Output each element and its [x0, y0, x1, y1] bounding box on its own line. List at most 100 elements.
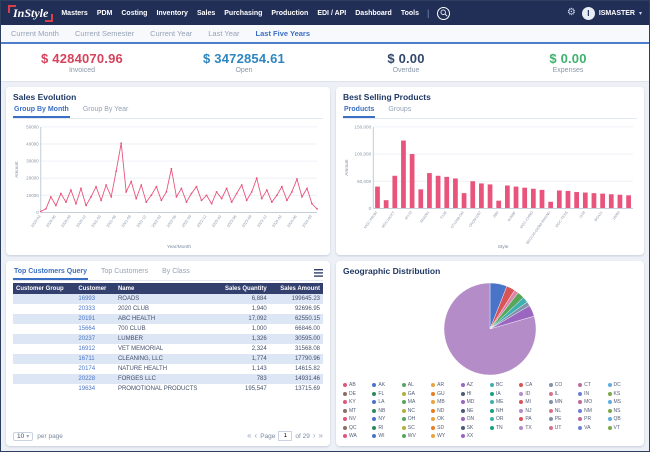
- cell-qty: 1,774: [251, 356, 267, 362]
- search-button[interactable]: [437, 6, 451, 20]
- first-page-button[interactable]: «: [247, 432, 251, 440]
- page-label: Page: [260, 432, 276, 440]
- svg-text:29M: 29M: [492, 211, 499, 219]
- menu-item-masters[interactable]: Masters: [61, 10, 87, 17]
- customers-tab-top-customers[interactable]: Top Customers: [100, 266, 149, 280]
- legend-label: AZ: [466, 382, 473, 388]
- table-row[interactable]: 16711 CLEANING, LLC 1,774 17790.96: [13, 354, 323, 364]
- page-number-input[interactable]: [278, 431, 293, 441]
- period-tab-last-year[interactable]: Last Year: [208, 29, 239, 38]
- table-row[interactable]: 20228 FORGES LLC 783 14931.46: [13, 374, 323, 384]
- table-row[interactable]: 15664 700 CLUB 1,000 66846.00: [13, 324, 323, 334]
- menu-item-inventory[interactable]: Inventory: [156, 10, 188, 17]
- products-tab-groups[interactable]: Groups: [387, 104, 412, 118]
- settings-gear-icon[interactable]: ⚙: [567, 8, 576, 18]
- menu-item-edi-api[interactable]: EDI / API: [317, 10, 346, 17]
- customers-tab-by-class[interactable]: By Class: [161, 266, 191, 280]
- prev-page-button[interactable]: ‹: [255, 432, 258, 440]
- table-row[interactable]: 20333 2020 CLUB 1,940 92696.95: [13, 304, 323, 314]
- legend-label: MN: [554, 399, 563, 405]
- menu-item-dashboard[interactable]: Dashboard: [355, 10, 392, 17]
- geographic-pie-chart: [343, 278, 637, 380]
- legend-item-id: ID: [519, 391, 548, 397]
- legend-dot: [401, 434, 406, 438]
- period-tab-last-five-years[interactable]: Last Five Years: [256, 29, 310, 38]
- column-header-customer[interactable]: Customer: [75, 283, 115, 294]
- legend-dot: [519, 383, 524, 387]
- customers-tab-top-customers-query[interactable]: Top Customers Query: [13, 266, 88, 280]
- column-header-sales-amount[interactable]: Sales Amount: [269, 283, 323, 294]
- best-selling-tabs: Products Groups: [343, 104, 637, 119]
- page-size-select[interactable]: 10 ▾: [13, 431, 34, 441]
- user-menu[interactable]: I ISMASTER ▾: [581, 6, 642, 20]
- kpi-value-expenses: $ 0.00: [549, 51, 587, 66]
- table-row[interactable]: 19634 PROMOTIONAL PRODUCTS 195,547 13715.69: [13, 384, 323, 394]
- sales-tab-group-by-year[interactable]: Group By Year: [82, 104, 130, 118]
- svg-text:MGC-TESS: MGC-TESS: [555, 210, 570, 228]
- menu-item-purchasing[interactable]: Purchasing: [224, 10, 262, 17]
- legend-item-gu: GU: [431, 391, 460, 397]
- menu-item-sales[interactable]: Sales: [197, 10, 215, 17]
- legend-label: HI: [466, 390, 472, 397]
- legend-label: SK: [466, 424, 474, 431]
- period-tab-current-month[interactable]: Current Month: [11, 29, 59, 38]
- menu-item-production[interactable]: Production: [271, 10, 308, 17]
- legend-label: OK: [437, 416, 445, 422]
- legend-dot: [607, 425, 612, 430]
- legend-item-pr: PR: [578, 416, 607, 422]
- period-tab-current-year[interactable]: Current Year: [150, 29, 192, 38]
- menu-item-pdm[interactable]: PDM: [97, 10, 113, 17]
- menu-item-costing[interactable]: Costing: [121, 10, 147, 17]
- top-customers-table: Customer Group Customer Name Sales Quantity…: [13, 283, 323, 394]
- legend-item-me: ME: [489, 399, 519, 405]
- period-tab-current-semester[interactable]: Current Semester: [75, 29, 134, 38]
- table-row[interactable]: 16912 VET MEMORIAL 2,324 31568.08: [13, 344, 323, 354]
- table-row[interactable]: 20191 ABC HEALTH 17,092 62550.15: [13, 314, 323, 324]
- cell-amount: 66846.00: [294, 326, 320, 332]
- cell-group: [13, 314, 75, 324]
- user-name: ISMASTER: [598, 9, 635, 17]
- table-menu-icon[interactable]: [314, 269, 323, 277]
- cell-qty: 1,326: [251, 336, 267, 342]
- legend-label: DE: [349, 390, 356, 397]
- legend-dot: [401, 417, 406, 421]
- top-customers-panel: Top Customers Query Top Customers By Class…: [6, 261, 330, 446]
- column-header-customer-group[interactable]: Customer Group: [13, 283, 76, 294]
- legend-label: NL: [554, 407, 562, 414]
- legend-label: WI: [378, 433, 385, 439]
- legend-label: IA: [495, 390, 501, 397]
- menu-item-tools[interactable]: Tools: [401, 10, 419, 17]
- legend-label: MB: [437, 399, 445, 405]
- legend-item-co: CO: [548, 382, 578, 388]
- legend-item-nb: NB: [372, 408, 401, 414]
- legend-dot: [578, 400, 583, 404]
- legend-label: BC: [495, 382, 503, 388]
- legend-dot: [372, 417, 377, 421]
- next-page-button[interactable]: ›: [313, 432, 316, 440]
- svg-text:2020-12: 2020-12: [76, 215, 87, 229]
- table-footer: 10 ▾ per page « ‹ Page of 29 › »: [13, 428, 323, 441]
- legend-dot: [431, 400, 436, 404]
- svg-text:10000: 10000: [26, 193, 39, 198]
- table-row[interactable]: 20237 LUMBER 1,326 30595.00: [13, 334, 323, 344]
- products-tab-products[interactable]: Products: [343, 104, 376, 118]
- cell-group: [13, 294, 75, 304]
- legend-item-pe: PE: [548, 416, 578, 422]
- legend-item-nc: NC: [401, 407, 431, 414]
- legend-label: NC: [407, 407, 416, 414]
- table-row[interactable]: 20174 NATURE HEALTH 1,143 14615.82: [13, 364, 323, 374]
- legend-item-tx: TX: [519, 425, 548, 431]
- user-avatar: I: [581, 6, 595, 20]
- column-header-name[interactable]: Name: [114, 283, 215, 294]
- legend-item-ma: MA: [401, 399, 431, 405]
- app-logo[interactable]: InStyle: [8, 4, 54, 22]
- legend-dot: [460, 408, 465, 413]
- last-page-button[interactable]: »: [319, 432, 323, 440]
- cell-name: 700 CLUB: [117, 326, 146, 332]
- cell-qty: 783: [256, 376, 267, 382]
- table-row[interactable]: 16993 ROADS 6,884 199645.23: [13, 294, 323, 304]
- column-header-sales-quantity[interactable]: Sales Quantity: [214, 283, 270, 294]
- legend-item-pa: PA: [519, 416, 548, 422]
- legend-dot: [607, 383, 612, 387]
- sales-tab-group-by-month[interactable]: Group By Month: [13, 104, 70, 118]
